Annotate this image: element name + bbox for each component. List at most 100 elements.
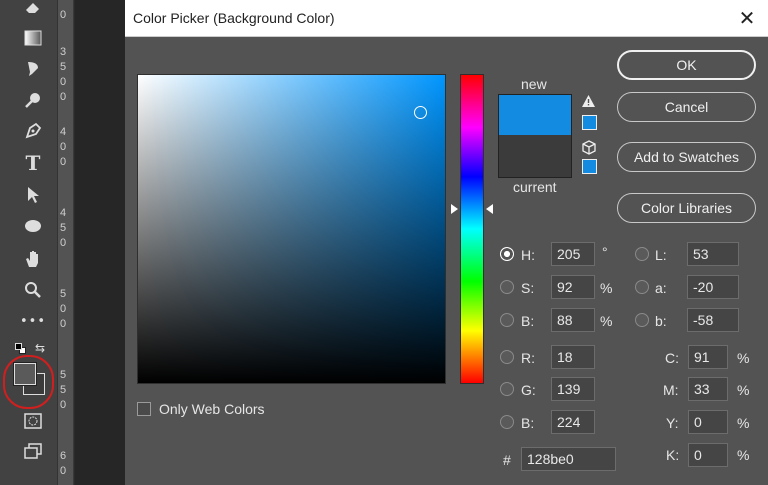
lab-a-field[interactable]: -20	[687, 275, 739, 299]
ruler-digit: 0	[60, 303, 67, 315]
close-icon[interactable]: ✕	[736, 7, 758, 29]
magenta-field[interactable]: 33	[688, 377, 728, 401]
dodge-tool-icon[interactable]	[22, 89, 44, 111]
saturation-radio[interactable]	[500, 280, 514, 294]
add-to-swatches-button[interactable]: Add to Swatches	[617, 142, 756, 172]
brightness-label: B:	[521, 313, 535, 329]
hue-slider-left-arrow[interactable]	[451, 204, 458, 214]
only-web-colors-label[interactable]: Only Web Colors	[159, 401, 265, 417]
lab-l-label: L:	[655, 247, 667, 263]
hex-label: #	[503, 452, 511, 468]
new-color-label: new	[521, 76, 547, 92]
hand-tool-icon[interactable]	[22, 248, 44, 270]
ruler-digit: 5	[60, 288, 67, 300]
color-field[interactable]	[137, 74, 446, 384]
lab-l-radio[interactable]	[635, 247, 649, 261]
current-color-swatch[interactable]	[498, 135, 572, 178]
red-field[interactable]: 18	[551, 345, 595, 369]
hue-label: H:	[521, 247, 535, 263]
hue-field[interactable]: 205	[551, 242, 595, 266]
saturation-unit: %	[600, 280, 613, 296]
web-safe-swatch[interactable]	[582, 159, 597, 174]
vertical-ruler: 0 3 5 0 0 4 0 0 4 5 0 5 0 0 5 5 0 6 0	[58, 0, 74, 485]
quick-mask-icon[interactable]	[22, 410, 44, 432]
default-colors-icon[interactable]	[15, 343, 27, 355]
color-libraries-button[interactable]: Color Libraries	[617, 193, 756, 223]
black-unit: %	[737, 447, 750, 463]
hue-slider-right-arrow[interactable]	[486, 204, 493, 214]
yellow-unit: %	[737, 415, 750, 431]
ruler-digit: 0	[60, 318, 67, 330]
pen-tool-icon[interactable]	[22, 120, 44, 142]
gradient-tool-icon[interactable]	[22, 27, 44, 49]
brightness-radio[interactable]	[500, 313, 514, 327]
dialog-title: Color Picker (Background Color)	[133, 10, 335, 26]
lab-l-field[interactable]: 53	[687, 242, 739, 266]
cancel-button[interactable]: Cancel	[617, 92, 756, 122]
ruler-digit: 0	[60, 237, 67, 249]
lab-b-field[interactable]: -58	[687, 308, 739, 332]
eraser-tool-icon[interactable]	[22, 0, 44, 18]
ruler-digit: 3	[60, 46, 67, 58]
lab-a-radio[interactable]	[635, 280, 649, 294]
green-field[interactable]: 139	[551, 377, 595, 401]
blue-label: B:	[521, 415, 535, 431]
magenta-label: M:	[663, 382, 679, 398]
ruler-digit: 0	[60, 399, 67, 411]
lab-a-label: a:	[655, 280, 667, 296]
color-picker-dialog: Color Picker (Background Color) ✕ new cu…	[125, 0, 768, 485]
ruler-digit: 0	[60, 141, 67, 153]
yellow-field[interactable]: 0	[688, 410, 728, 434]
hue-radio[interactable]	[500, 247, 514, 261]
zoom-tool-icon[interactable]	[22, 279, 44, 301]
cyan-unit: %	[737, 350, 750, 366]
gamut-correction-swatch[interactable]	[582, 115, 597, 130]
ruler-digit: 0	[60, 91, 67, 103]
black-field[interactable]: 0	[688, 443, 728, 467]
ruler-digit: 4	[60, 207, 67, 219]
ruler-digit: 0	[60, 76, 67, 88]
ellipse-tool-icon[interactable]	[22, 215, 44, 237]
saturation-field[interactable]: 92	[551, 275, 595, 299]
only-web-colors-checkbox[interactable]	[137, 402, 151, 416]
ruler-digit: 5	[60, 222, 67, 234]
current-color-label: current	[513, 179, 557, 195]
new-color-swatch	[498, 94, 572, 135]
blue-radio[interactable]	[500, 415, 514, 429]
screen-mode-icon[interactable]	[22, 440, 44, 462]
green-radio[interactable]	[500, 382, 514, 396]
yellow-label: Y:	[666, 415, 679, 431]
blur-tool-icon[interactable]	[22, 58, 44, 80]
brightness-unit: %	[600, 313, 613, 329]
ruler-digit: 5	[60, 61, 67, 73]
ruler-digit: 5	[60, 384, 67, 396]
lab-b-label: b:	[655, 313, 667, 329]
highlight-circle	[3, 355, 54, 409]
ruler-digit: 0	[60, 9, 67, 21]
hex-field[interactable]: 128be0	[521, 447, 616, 471]
hue-slider[interactable]	[460, 74, 484, 384]
blue-field[interactable]: 224	[551, 410, 595, 434]
black-label: K:	[666, 447, 680, 463]
ruler-digit: 6	[60, 450, 67, 462]
brightness-field[interactable]: 88	[551, 308, 595, 332]
green-label: G:	[521, 382, 536, 398]
canvas-area	[75, 0, 125, 485]
dialog-titlebar: Color Picker (Background Color) ✕	[125, 0, 768, 37]
ok-button[interactable]: OK	[617, 50, 756, 80]
hue-unit: °	[602, 244, 608, 260]
type-tool-icon[interactable]: T	[22, 151, 44, 175]
swap-colors-icon[interactable]: ⇆	[35, 341, 45, 355]
more-tools-icon[interactable]: •••	[20, 310, 45, 332]
ruler-digit: 0	[60, 465, 67, 477]
color-field-selector[interactable]	[414, 106, 427, 119]
path-selection-icon[interactable]	[22, 184, 44, 206]
out-of-gamut-warning-icon[interactable]	[581, 94, 596, 112]
saturation-label: S:	[521, 280, 535, 296]
cyan-field[interactable]: 91	[688, 345, 728, 369]
tools-panel: T ••• ⇆	[0, 0, 58, 485]
magenta-unit: %	[737, 382, 750, 398]
lab-b-radio[interactable]	[635, 313, 649, 327]
not-web-safe-cube-icon[interactable]	[582, 140, 596, 159]
red-radio[interactable]	[500, 350, 514, 364]
